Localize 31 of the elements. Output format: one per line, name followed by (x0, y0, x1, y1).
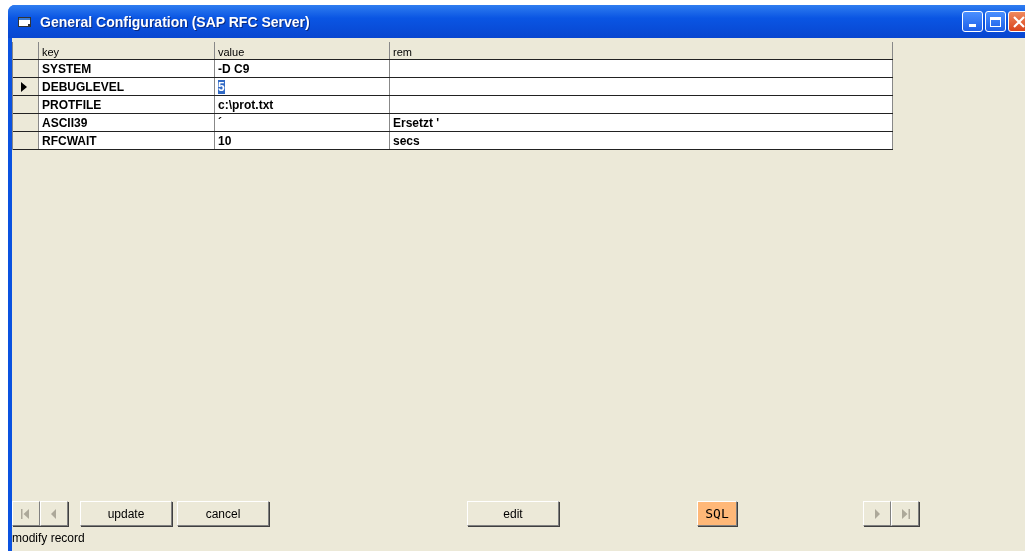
toolbar-button[interactable]: edit (467, 501, 559, 526)
column-header[interactable]: key (39, 42, 215, 59)
table-cell[interactable]: DEBUGLEVEL (39, 78, 215, 95)
table-cell[interactable]: -D C9 (215, 60, 390, 77)
table-cell[interactable] (390, 78, 893, 95)
table-cell[interactable]: PROTFILE (39, 96, 215, 113)
table-cell[interactable]: secs (390, 132, 893, 149)
table-cell[interactable]: ASCII39 (39, 114, 215, 131)
table-cell[interactable]: 5 (215, 78, 390, 95)
toolbar-button[interactable]: SQL (697, 501, 737, 526)
maximize-button[interactable] (985, 11, 1006, 32)
table-cell[interactable]: ´ (215, 114, 390, 131)
minimize-button[interactable] (962, 11, 983, 32)
toolbar-button[interactable]: update (80, 501, 172, 526)
table-cell[interactable]: SYSTEM (39, 60, 215, 77)
close-button[interactable] (1008, 11, 1025, 32)
window-icon (18, 15, 32, 28)
current-row-icon (21, 81, 27, 92)
table-cell[interactable]: c:\prot.txt (215, 96, 390, 113)
table-cell[interactable]: Ersetzt ' (390, 114, 893, 131)
column-header[interactable]: rem (390, 42, 893, 59)
table-cell[interactable] (390, 96, 893, 113)
column-header[interactable]: value (215, 42, 390, 59)
toolbar-button[interactable]: cancel (177, 501, 269, 526)
table-cell[interactable]: 10 (215, 132, 390, 149)
window-title: General Configuration (SAP RFC Server) (40, 13, 310, 30)
table-cell[interactable] (390, 60, 893, 77)
right-arrow-icon (899, 507, 911, 520)
table-cell[interactable]: RFCWAIT (39, 132, 215, 149)
status-text: modify record (12, 530, 86, 547)
left-arrow-icon (20, 507, 32, 520)
